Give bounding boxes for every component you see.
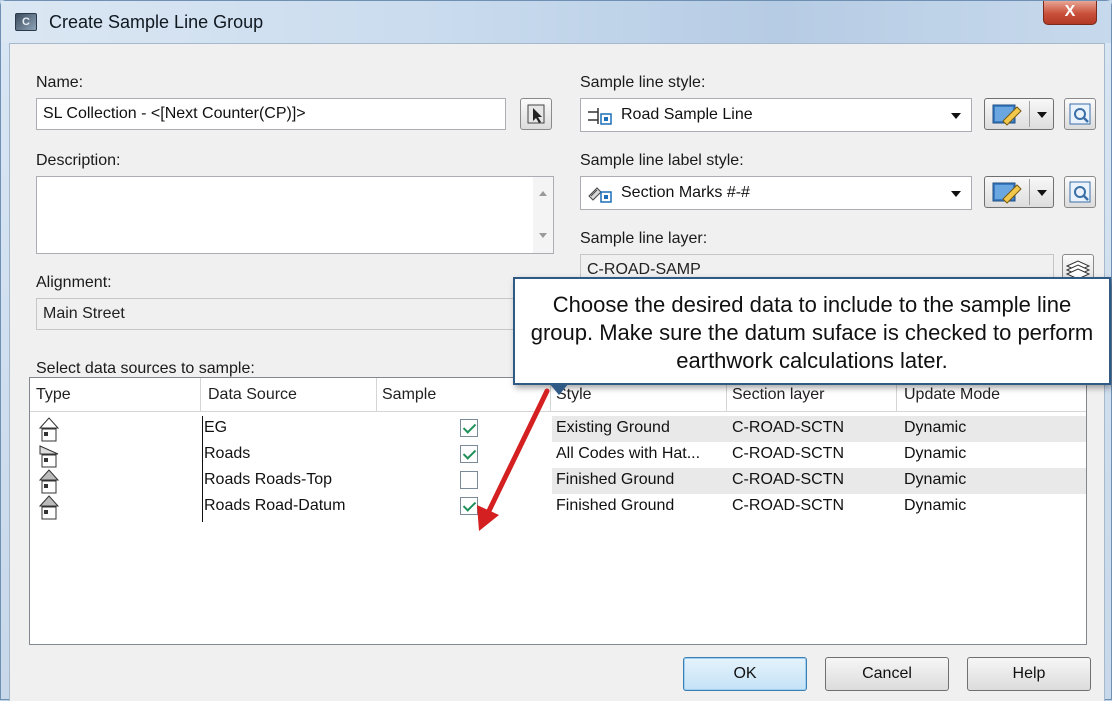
scroll-down-icon[interactable]	[539, 233, 547, 238]
table-row[interactable]: Roads All Codes with Hat... C-ROAD-SCTN …	[30, 442, 1086, 468]
window-title: Create Sample Line Group	[49, 12, 264, 32]
column-header-data-source[interactable]: Data Source	[208, 386, 297, 404]
alignment-value: Main Street	[36, 298, 554, 330]
sample-line-style-icon	[588, 108, 612, 125]
cancel-button[interactable]: Cancel	[825, 657, 949, 691]
sample-line-style-combo[interactable]: Road Sample Line	[580, 98, 972, 132]
table-row[interactable]: Roads Roads-Top Finished Ground C-ROAD-S…	[30, 468, 1086, 494]
annotation-callout: Choose the desired data to include to th…	[513, 277, 1111, 385]
sample-line-style-edit-button[interactable]	[984, 98, 1054, 130]
row-style[interactable]: Existing Ground	[556, 419, 670, 437]
corridor-surface-icon	[38, 495, 60, 520]
row-data-source: Roads	[204, 445, 251, 462]
label-style-icon	[588, 187, 612, 203]
name-label: Name:	[36, 74, 84, 91]
title-bar[interactable]: C Create Sample Line Group X	[1, 1, 1111, 43]
style-preview-icon	[1069, 181, 1091, 203]
row-sample-checkbox[interactable]	[460, 419, 478, 437]
edit-style-icon	[992, 182, 1022, 204]
column-header-sample[interactable]: Sample	[382, 386, 436, 404]
style-preview-icon	[1069, 103, 1091, 125]
chevron-down-icon	[951, 191, 961, 197]
row-update-mode[interactable]: Dynamic	[904, 445, 966, 463]
data-sources-label: Select data sources to sample:	[36, 360, 255, 377]
sample-line-layer-label: Sample line layer:	[580, 230, 708, 247]
row-section-layer[interactable]: C-ROAD-SCTN	[732, 497, 844, 515]
row-data-source: EG	[204, 419, 228, 436]
description-scrollbar[interactable]	[533, 177, 553, 253]
column-header-update-mode[interactable]: Update Mode	[904, 386, 1000, 404]
chevron-down-icon	[951, 113, 961, 119]
alignment-label: Alignment:	[36, 274, 112, 291]
surface-icon	[38, 417, 60, 442]
edit-style-icon	[992, 104, 1022, 126]
sample-line-style-value: Road Sample Line	[621, 106, 753, 123]
scroll-up-icon[interactable]	[539, 191, 547, 196]
corridor-icon	[39, 445, 59, 468]
table-row[interactable]: EG Existing Ground C-ROAD-SCTN Dynamic	[30, 416, 1086, 442]
chevron-down-icon	[1037, 112, 1047, 118]
close-button[interactable]: X	[1043, 1, 1097, 25]
chevron-down-icon	[1037, 190, 1047, 196]
sample-line-label-style-edit-button[interactable]	[984, 176, 1054, 208]
row-update-mode[interactable]: Dynamic	[904, 497, 966, 515]
help-button[interactable]: Help	[967, 657, 1091, 691]
row-data-source: Roads Road-Datum	[204, 497, 346, 514]
dialog-window: C Create Sample Line Group X Name: Descr…	[0, 0, 1112, 701]
sample-line-label-style-details-button[interactable]	[1064, 176, 1096, 208]
row-section-layer[interactable]: C-ROAD-SCTN	[732, 471, 844, 489]
table-row[interactable]: Roads Road-Datum Finished Ground C-ROAD-…	[30, 494, 1086, 520]
row-sample-checkbox[interactable]	[460, 471, 478, 489]
name-input[interactable]	[36, 98, 506, 130]
row-update-mode[interactable]: Dynamic	[904, 419, 966, 437]
name-templates-button[interactable]	[520, 98, 552, 130]
row-update-mode[interactable]: Dynamic	[904, 471, 966, 489]
description-label: Description:	[36, 152, 121, 169]
row-data-source: Roads Roads-Top	[204, 471, 333, 488]
sample-line-style-label: Sample line style:	[580, 74, 706, 91]
ok-button[interactable]: OK	[683, 657, 807, 691]
column-header-section-layer[interactable]: Section layer	[732, 386, 825, 404]
sample-line-label-style-combo[interactable]: Section Marks #-#	[580, 176, 972, 210]
description-textarea[interactable]	[36, 176, 554, 254]
sample-line-label-style-value: Section Marks #-#	[621, 184, 750, 201]
sample-line-style-details-button[interactable]	[1064, 98, 1096, 130]
row-sample-checkbox[interactable]	[460, 445, 478, 463]
row-style[interactable]: Finished Ground	[556, 471, 674, 489]
corridor-surface-icon	[38, 469, 60, 494]
data-sources-grid[interactable]: Type Data Source Sample Style Section la…	[29, 377, 1087, 645]
cursor-pick-icon	[527, 104, 545, 124]
column-header-type[interactable]: Type	[36, 386, 71, 404]
row-style[interactable]: All Codes with Hat...	[556, 445, 700, 463]
row-section-layer[interactable]: C-ROAD-SCTN	[732, 419, 844, 437]
row-sample-checkbox[interactable]	[460, 497, 478, 515]
row-section-layer[interactable]: C-ROAD-SCTN	[732, 445, 844, 463]
row-style[interactable]: Finished Ground	[556, 497, 674, 515]
app-icon: C	[15, 13, 37, 31]
sample-line-label-style-label: Sample line label style:	[580, 152, 744, 169]
callout-pointer	[549, 383, 569, 395]
